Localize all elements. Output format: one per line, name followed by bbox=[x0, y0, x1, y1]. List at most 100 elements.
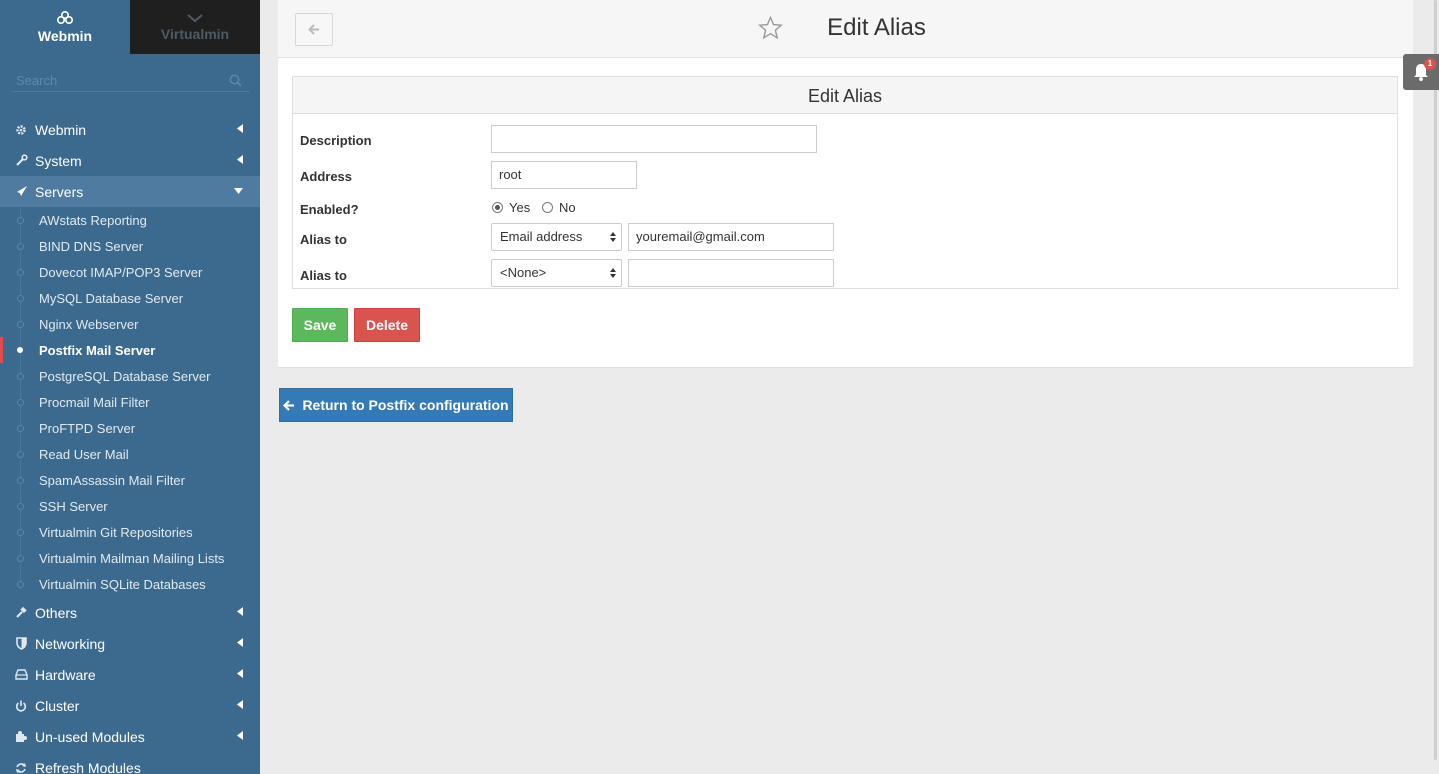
sidebar-item-mailman[interactable]: Virtualmin Mailman Mailing Lists bbox=[0, 545, 260, 571]
caret-left-icon bbox=[237, 700, 243, 709]
sidebar-item-ssh[interactable]: SSH Server bbox=[0, 493, 260, 519]
alias-row-2: Alias to <None> bbox=[293, 259, 1397, 289]
sidebar-item-label: Webmin bbox=[35, 121, 87, 138]
bullet-icon bbox=[17, 425, 24, 432]
sidebar-item-label: ProFTPD Server bbox=[39, 420, 136, 436]
sidebar-item-postfix[interactable]: Postfix Mail Server bbox=[0, 337, 260, 363]
sidebar-item-label: Others bbox=[35, 604, 78, 621]
bullet-icon bbox=[17, 451, 24, 458]
wrench-icon bbox=[14, 154, 28, 168]
bullet-icon bbox=[17, 295, 24, 302]
sidebar-item-label: BIND DNS Server bbox=[39, 238, 144, 254]
sidebar-item-label: Servers bbox=[35, 183, 84, 200]
notification-count-badge: 1 bbox=[1424, 58, 1436, 70]
form-heading: Edit Alias bbox=[293, 77, 1397, 114]
bullet-icon bbox=[17, 477, 24, 484]
shield-icon bbox=[14, 637, 28, 651]
caret-left-icon bbox=[237, 124, 243, 133]
sidebar-item-unused-modules[interactable]: Un-used Modules bbox=[0, 721, 260, 752]
description-label: Description bbox=[300, 133, 372, 148]
hdd-icon bbox=[14, 668, 28, 682]
sidebar-item-nginx[interactable]: Nginx Webserver bbox=[0, 311, 260, 337]
sidebar-item-dovecot[interactable]: Dovecot IMAP/POP3 Server bbox=[0, 259, 260, 285]
bullet-icon bbox=[17, 373, 24, 380]
return-button[interactable]: Return to Postfix configuration bbox=[279, 388, 513, 422]
sidebar-item-postgresql[interactable]: PostgreSQL Database Server bbox=[0, 363, 260, 389]
caret-down-icon bbox=[234, 188, 243, 194]
alias-value-field[interactable] bbox=[628, 259, 834, 287]
sidebar-item-label: Read User Mail bbox=[39, 446, 129, 462]
description-field[interactable] bbox=[491, 125, 817, 153]
sidebar-item-cluster[interactable]: Cluster bbox=[0, 690, 260, 721]
sidebar-item-webmin[interactable]: Webmin bbox=[0, 114, 260, 145]
enabled-row: Enabled? Yes No bbox=[293, 195, 1397, 225]
scrollbar-thumb[interactable] bbox=[1434, 0, 1437, 760]
delete-button[interactable]: Delete bbox=[354, 308, 420, 342]
enabled-label: Enabled? bbox=[300, 202, 359, 217]
bullet-icon bbox=[17, 503, 24, 510]
address-field[interactable]: root bbox=[491, 161, 637, 189]
sidebar: Webmin Virtualmin Webmin System bbox=[0, 0, 260, 774]
sidebar-item-label: Hardware bbox=[35, 666, 96, 683]
bullet-icon bbox=[17, 217, 24, 224]
tab-webmin[interactable]: Webmin bbox=[0, 0, 130, 54]
sidebar-item-bind-dns[interactable]: BIND DNS Server bbox=[0, 233, 260, 259]
sidebar-item-read-user-mail[interactable]: Read User Mail bbox=[0, 441, 260, 467]
sidebar-item-label: Virtualmin Git Repositories bbox=[39, 524, 193, 540]
sidebar-item-networking[interactable]: Networking bbox=[0, 628, 260, 659]
tools-icon bbox=[14, 606, 28, 620]
tab-virtualmin[interactable]: Virtualmin bbox=[130, 0, 260, 54]
select-value: Email address bbox=[500, 229, 583, 244]
sidebar-item-label: Procmail Mail Filter bbox=[39, 394, 150, 410]
bullet-icon bbox=[17, 555, 24, 562]
sidebar-item-label: MySQL Database Server bbox=[39, 290, 184, 306]
power-icon bbox=[14, 699, 28, 713]
chevron-down-icon bbox=[187, 14, 203, 23]
alias-type-select[interactable]: <None> bbox=[491, 259, 622, 287]
sidebar-item-label: Dovecot IMAP/POP3 Server bbox=[39, 264, 203, 280]
product-switcher: Webmin Virtualmin bbox=[0, 0, 260, 54]
caret-left-icon bbox=[237, 607, 243, 616]
alias-type-select[interactable]: Email address bbox=[491, 223, 622, 251]
caret-left-icon bbox=[237, 669, 243, 678]
sidebar-item-others[interactable]: Others bbox=[0, 597, 260, 628]
enabled-yes-radio[interactable]: Yes bbox=[492, 200, 530, 215]
sidebar-item-label: SpamAssassin Mail Filter bbox=[39, 472, 185, 488]
sidebar-item-label: SSH Server bbox=[39, 498, 108, 514]
sidebar-item-sqlite[interactable]: Virtualmin SQLite Databases bbox=[0, 571, 260, 597]
sidebar-item-label: Virtualmin Mailman Mailing Lists bbox=[39, 550, 225, 566]
notifications-button[interactable]: 1 bbox=[1403, 54, 1439, 90]
tab-webmin-label: Webmin bbox=[37, 28, 93, 44]
sidebar-item-refresh-modules[interactable]: Refresh Modules bbox=[0, 752, 260, 774]
gear-icon bbox=[14, 123, 28, 137]
sidebar-item-git-repos[interactable]: Virtualmin Git Repositories bbox=[0, 519, 260, 545]
sidebar-item-label: Postfix Mail Server bbox=[39, 342, 156, 358]
sidebar-item-awstats[interactable]: AWstats Reporting bbox=[0, 207, 260, 233]
select-arrows-icon bbox=[610, 232, 616, 242]
sidebar-item-spamassassin[interactable]: SpamAssassin Mail Filter bbox=[0, 467, 260, 493]
bullet-icon bbox=[17, 269, 24, 276]
search-input[interactable] bbox=[12, 70, 250, 92]
sidebar-item-mysql[interactable]: MySQL Database Server bbox=[0, 285, 260, 311]
radio-label: Yes bbox=[509, 200, 531, 215]
sidebar-item-servers[interactable]: Servers bbox=[0, 176, 260, 207]
page-header: Edit Alias bbox=[278, 0, 1413, 58]
sidebar-item-hardware[interactable]: Hardware bbox=[0, 659, 260, 690]
alias-value-field[interactable]: youremail@gmail.com bbox=[628, 223, 834, 251]
radio-unchecked-icon bbox=[542, 202, 553, 213]
alias-label: Alias to bbox=[300, 232, 347, 247]
sidebar-item-system[interactable]: System bbox=[0, 145, 260, 176]
sidebar-search bbox=[0, 54, 260, 106]
scrollbar[interactable] bbox=[1433, 0, 1439, 774]
bullet-icon bbox=[17, 581, 24, 588]
sidebar-item-proftpd[interactable]: ProFTPD Server bbox=[0, 415, 260, 441]
webmin-logo-icon bbox=[56, 10, 74, 25]
bullet-icon bbox=[17, 321, 24, 328]
sidebar-item-label: Virtualmin SQLite Databases bbox=[39, 576, 206, 592]
sidebar-item-procmail[interactable]: Procmail Mail Filter bbox=[0, 389, 260, 415]
page-title: Edit Alias bbox=[278, 14, 1413, 42]
enabled-no-radio[interactable]: No bbox=[542, 200, 576, 215]
save-button[interactable]: Save bbox=[292, 308, 348, 342]
sidebar-item-label: PostgreSQL Database Server bbox=[39, 368, 211, 384]
search-icon[interactable] bbox=[229, 74, 242, 87]
